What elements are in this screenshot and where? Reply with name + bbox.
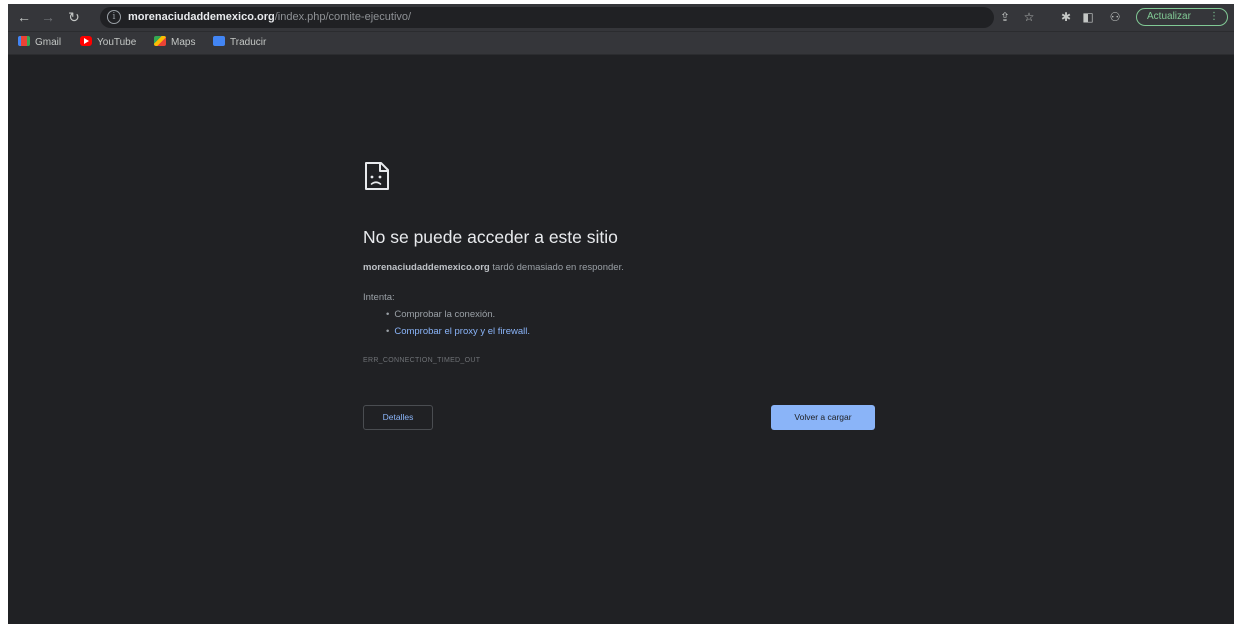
bookmarks-bar: Gmail YouTube Maps Traducir (8, 32, 1234, 55)
bookmark-youtube[interactable]: YouTube (80, 36, 136, 50)
reload-button[interactable]: Volver a cargar (771, 405, 875, 430)
error-title: No se puede acceder a este sitio (363, 227, 618, 247)
translate-icon (213, 36, 225, 46)
bullet-icon: • (386, 326, 390, 337)
url-text[interactable]: morenaciudaddemexico.org/index.php/comit… (128, 10, 411, 25)
error-code: ERR_CONNECTION_TIMED_OUT (363, 357, 481, 364)
update-label: Actualizar (1147, 11, 1191, 22)
error-message: tardó demasiado en responder. (489, 262, 624, 273)
bookmark-gmail[interactable]: Gmail (18, 36, 61, 50)
bullet-icon: • (386, 309, 390, 320)
address-bar[interactable]: i morenaciudaddemexico.org/index.php/com… (100, 7, 994, 28)
bookmark-label: Gmail (35, 37, 62, 48)
site-info-icon[interactable]: i (107, 10, 121, 24)
share-icon[interactable]: ⇪ (998, 10, 1012, 24)
browser-toolbar: ← → ↻ i morenaciudaddemexico.org/index.p… (8, 4, 1234, 32)
gmail-icon (18, 36, 30, 46)
bookmark-traducir[interactable]: Traducir (213, 36, 266, 50)
sad-page-icon (365, 162, 389, 190)
forward-arrow-icon[interactable]: → (40, 9, 56, 25)
url-host: morenaciudaddemexico.org (128, 11, 275, 23)
reload-icon[interactable]: ↻ (66, 9, 82, 25)
bookmark-maps[interactable]: Maps (154, 36, 195, 50)
suggestion-link[interactable]: Comprobar el proxy y el firewall. (394, 326, 530, 337)
error-host: morenaciudaddemexico.org (363, 262, 490, 273)
bookmark-label: Maps (171, 37, 196, 48)
try-label: Intenta: (363, 292, 395, 303)
bookmark-label: YouTube (97, 37, 137, 48)
star-bookmark-icon[interactable]: ☆ (1022, 10, 1036, 24)
suggestion-text: Comprobar la conexión. (394, 309, 496, 320)
details-button[interactable]: Detalles (363, 405, 433, 430)
side-panel-icon[interactable]: ◧ (1081, 10, 1095, 24)
bookmark-label: Traducir (230, 37, 267, 48)
error-page: No se puede acceder a este sitio morenac… (8, 55, 1234, 624)
browser-window: ← → ↻ i morenaciudaddemexico.org/index.p… (8, 4, 1234, 624)
update-button[interactable]: Actualizar ⋮ (1136, 8, 1228, 26)
suggestion-item-link[interactable]: • Comprobar el proxy y el firewall. (386, 325, 530, 339)
menu-dots-icon[interactable]: ⋮ (1209, 9, 1219, 25)
error-description: morenaciudaddemexico.org tardó demasiado… (363, 261, 624, 275)
url-path: /index.php/comite-ejecutivo/ (274, 11, 412, 23)
back-arrow-icon[interactable]: ← (16, 9, 32, 25)
profile-icon[interactable]: ⚇ (1105, 10, 1125, 24)
maps-icon (154, 36, 166, 46)
suggestion-item: • Comprobar la conexión. (386, 308, 495, 322)
youtube-icon (80, 36, 92, 46)
extensions-puzzle-icon[interactable]: ✱ (1059, 10, 1073, 24)
